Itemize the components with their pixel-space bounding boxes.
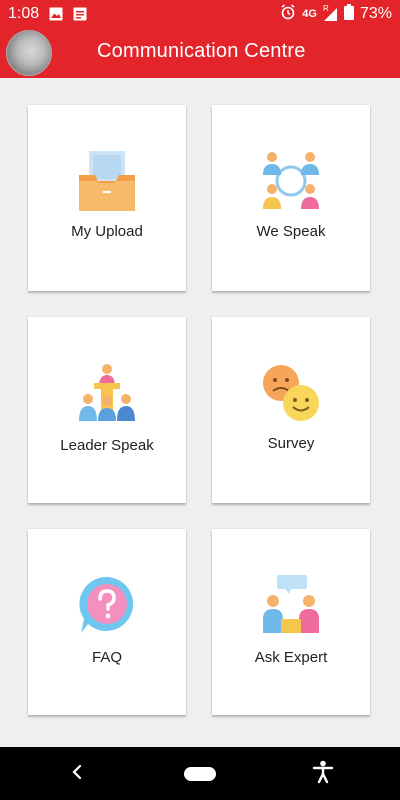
back-icon[interactable] (68, 761, 86, 788)
alarm-icon (280, 4, 296, 24)
tile-faq[interactable]: FAQ (28, 529, 186, 715)
message-notification-icon (73, 7, 87, 21)
tile-label: Ask Expert (254, 649, 328, 666)
status-right: 4G R 73% (280, 0, 392, 28)
roaming-tag: R (322, 3, 329, 13)
page-title: Communication Centre (97, 40, 306, 62)
tile-label: Leader Speak (60, 437, 154, 454)
status-time: 1:08 (8, 5, 40, 22)
system-nav-bar (0, 747, 400, 800)
emoji-faces-icon (261, 363, 321, 428)
image-notification-icon (49, 7, 63, 21)
tray-upload-icon (77, 151, 137, 218)
tile-label: FAQ (91, 649, 122, 666)
tile-survey[interactable]: Survey (212, 317, 370, 503)
tile-label: Survey (267, 435, 315, 452)
battery-icon (343, 4, 354, 24)
group-discussion-icon (260, 151, 322, 216)
app-bar: Communication Centre (0, 28, 400, 78)
question-bubble-icon (78, 575, 136, 640)
accessibility-icon[interactable] (312, 760, 334, 789)
consultation-icon (261, 575, 321, 640)
avatar[interactable] (6, 30, 52, 76)
status-bar: 1:08 4G R 73% (0, 0, 400, 28)
tile-label: We Speak (256, 223, 326, 240)
tile-ask-expert[interactable]: Ask Expert (212, 529, 370, 715)
tile-leader-speak[interactable]: Leader Speak (28, 317, 186, 503)
tile-my-upload[interactable]: My Upload (28, 105, 186, 291)
leader-podium-icon (77, 363, 137, 428)
tile-we-speak[interactable]: We Speak (212, 105, 370, 291)
home-pill-button[interactable] (184, 767, 216, 781)
battery-percent: 73% (359, 5, 392, 22)
tile-label: My Upload (71, 223, 143, 240)
network-type: 4G (302, 8, 317, 20)
signal-icon: R (322, 3, 338, 22)
